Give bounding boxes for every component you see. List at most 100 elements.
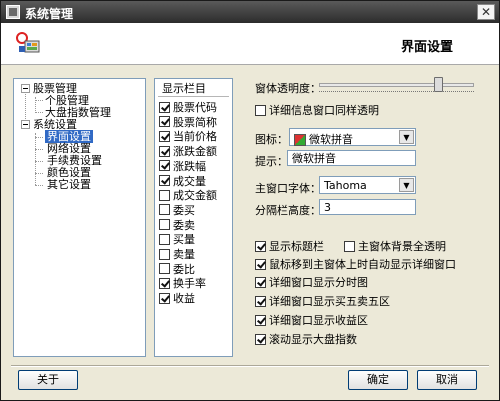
display-column-checkbox[interactable] <box>159 277 170 289</box>
tree-connector <box>35 112 43 113</box>
display-column-item[interactable]: 收益 <box>159 292 195 305</box>
header-band: 界面设置 <box>1 23 499 65</box>
display-column-checkbox[interactable] <box>159 233 170 245</box>
display-column-checkbox[interactable] <box>159 219 170 231</box>
display-columns-list[interactable]: 显示栏目 股票代码 股票简称 当前价格 涨跌金额 涨跌幅 成交量 成交金额 委买 委卖 买量 卖量委… <box>154 78 233 357</box>
display-column-label: 当前价格 <box>173 130 217 144</box>
display-column-item[interactable]: 涨跌金额 <box>159 145 217 158</box>
option-label: 滚动显示大盘指数 <box>269 333 357 346</box>
hint-input[interactable] <box>288 151 415 165</box>
option-item[interactable]: 主窗体背景全透明 <box>344 238 446 254</box>
tree-connector <box>35 173 43 174</box>
divider-height-label: 分隔栏高度： <box>255 204 321 217</box>
option-checkbox[interactable] <box>255 295 266 307</box>
transparency-slider-thumb[interactable] <box>433 77 443 92</box>
display-column-checkbox[interactable] <box>159 145 170 157</box>
detail-transparent-checkbox[interactable] <box>255 104 266 116</box>
display-column-label: 股票简称 <box>173 115 217 129</box>
display-column-item[interactable]: 委买 <box>159 204 195 217</box>
display-column-label: 委买 <box>173 203 195 217</box>
display-column-item[interactable]: 成交金额 <box>159 189 217 202</box>
main-font-value: Tahoma <box>324 179 367 192</box>
tree-connector <box>35 185 43 186</box>
display-column-item[interactable]: 换手率 <box>159 277 206 290</box>
divider-height-field[interactable] <box>319 199 416 215</box>
display-column-item[interactable]: 股票简称 <box>159 116 217 129</box>
display-column-item[interactable]: 委卖 <box>159 219 195 232</box>
chevron-down-icon[interactable]: ▼ <box>399 178 414 192</box>
option-label: 详细窗口显示分时图 <box>269 276 368 289</box>
display-column-checkbox[interactable] <box>159 263 170 275</box>
display-column-item[interactable]: 当前价格 <box>159 130 217 143</box>
display-column-item[interactable]: 成交量 <box>159 175 206 188</box>
transparency-slider-track[interactable] <box>319 83 474 87</box>
icon-select[interactable]: 微软拼音 ▼ <box>289 128 416 146</box>
display-column-checkbox[interactable] <box>159 130 170 142</box>
divider-height-input[interactable] <box>320 200 415 214</box>
main-font-label: 主窗口字体： <box>255 182 321 195</box>
option-checkbox[interactable] <box>344 240 355 252</box>
title-bar[interactable]: 系统管理 ✕ <box>1 1 499 23</box>
display-column-checkbox[interactable] <box>159 189 170 201</box>
detail-transparent-option[interactable]: 详细信息窗口同样透明 <box>255 102 379 118</box>
hint-field[interactable] <box>287 150 416 166</box>
display-column-checkbox[interactable] <box>159 204 170 216</box>
display-column-label: 涨跌幅 <box>173 159 206 173</box>
display-column-label: 股票代码 <box>173 101 217 114</box>
display-column-label: 涨跌金额 <box>173 145 217 159</box>
ok-button[interactable]: 确定 <box>348 370 408 390</box>
option-label: 鼠标移到主窗体上时自动显示详细窗口 <box>269 258 456 271</box>
settings-tree[interactable]: 股票管理 个股管理 大盘指数管理 系统设置 界面设置 网络设置 手续费设置 颜色… <box>13 78 146 357</box>
display-column-checkbox[interactable] <box>159 292 170 304</box>
tree-connector <box>35 149 43 150</box>
collapse-icon[interactable] <box>21 120 30 129</box>
option-item[interactable]: 鼠标移到主窗体上时自动显示详细窗口 <box>255 256 456 272</box>
display-column-label: 收益 <box>173 292 195 306</box>
hint-label: 提示： <box>255 155 288 168</box>
system-management-window: 系统管理 ✕ 界面设置 股票管理 个股管理 大盘指数管理 系统设置 界面设置 网… <box>0 0 500 401</box>
option-checkbox[interactable] <box>255 333 266 345</box>
display-column-label: 成交量 <box>173 174 206 188</box>
option-item[interactable]: 滚动显示大盘指数 <box>255 331 357 347</box>
display-column-item[interactable]: 卖量 <box>159 248 195 261</box>
option-item[interactable]: 显示标题栏 <box>255 238 324 254</box>
display-column-item[interactable]: 涨跌幅 <box>159 160 206 173</box>
detail-transparent-label: 详细信息窗口同样透明 <box>269 104 379 117</box>
display-column-checkbox[interactable] <box>159 101 170 113</box>
transparency-label: 窗体透明度： <box>255 82 321 95</box>
display-column-checkbox[interactable] <box>159 248 170 260</box>
about-button[interactable]: 关于 <box>18 370 78 390</box>
option-item[interactable]: 详细窗口显示收益区 <box>255 312 368 328</box>
option-checkbox[interactable] <box>255 276 266 288</box>
display-column-label: 委比 <box>173 262 195 276</box>
tree-connector <box>35 100 43 101</box>
option-checkbox[interactable] <box>255 314 266 326</box>
option-item[interactable]: 详细窗口显示买五卖五区 <box>255 293 390 309</box>
chevron-down-icon[interactable]: ▼ <box>399 130 414 144</box>
option-label: 详细窗口显示买五卖五区 <box>269 295 390 308</box>
system-settings-icon <box>16 32 40 53</box>
main-font-select[interactable]: Tahoma ▼ <box>319 176 416 194</box>
window-title: 系统管理 <box>25 7 74 21</box>
display-column-item[interactable]: 股票代码 <box>159 101 217 114</box>
tree-connector <box>35 161 43 162</box>
tree-item-other-settings[interactable]: 其它设置 <box>47 178 91 191</box>
close-button[interactable]: ✕ <box>477 4 495 20</box>
display-column-checkbox[interactable] <box>159 175 170 186</box>
display-column-checkbox[interactable] <box>159 160 170 172</box>
display-column-label: 卖量 <box>173 248 195 261</box>
display-column-checkbox[interactable] <box>159 116 170 128</box>
option-checkbox[interactable] <box>255 258 266 270</box>
window-icon <box>6 5 20 19</box>
collapse-icon[interactable] <box>21 84 30 93</box>
footer-separator <box>11 365 489 367</box>
cancel-button[interactable]: 取消 <box>417 370 477 390</box>
icon-label: 图标： <box>255 133 288 146</box>
transparency-slider-ticks <box>319 91 474 95</box>
tree-connector <box>35 137 43 138</box>
option-checkbox[interactable] <box>255 240 266 252</box>
display-column-item[interactable]: 委比 <box>159 263 195 276</box>
display-column-item[interactable]: 买量 <box>159 233 195 246</box>
option-item[interactable]: 详细窗口显示分时图 <box>255 274 368 290</box>
display-column-label: 买量 <box>173 233 195 247</box>
